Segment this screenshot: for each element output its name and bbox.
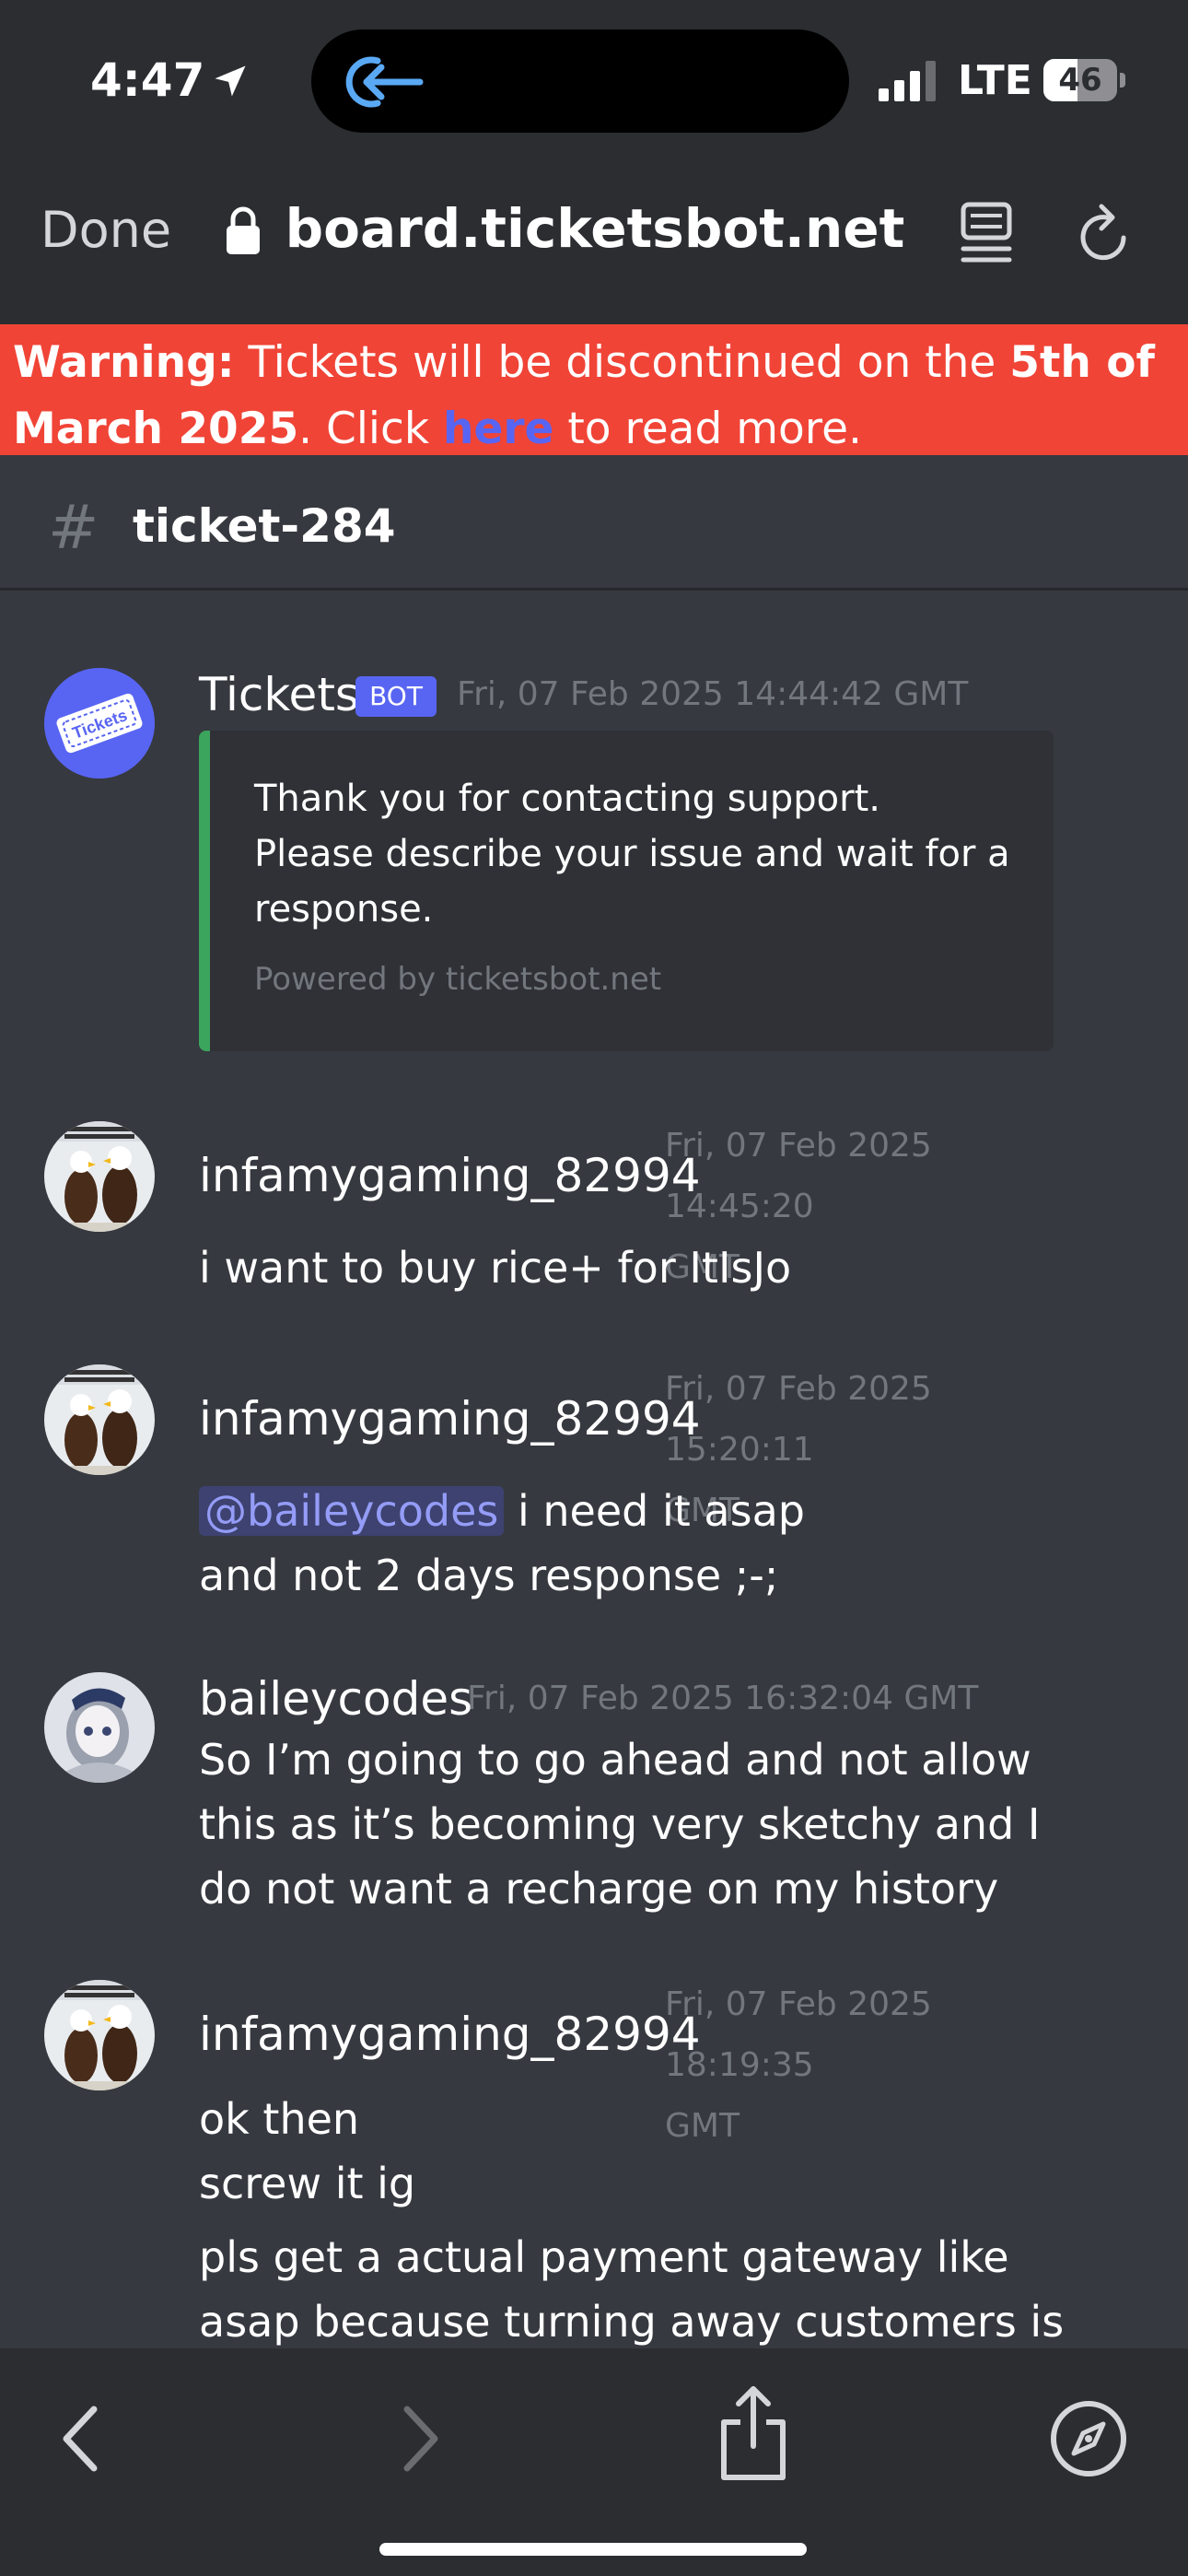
- message-text: asap because turning away customers is: [199, 2297, 1065, 2347]
- message-content: So I’m going to go ahead and not allow t…: [199, 1727, 1129, 1921]
- bot-badge: BOT: [355, 676, 437, 717]
- compass-icon[interactable]: [1048, 2398, 1129, 2479]
- avatar: [44, 1980, 155, 2090]
- browser-chrome: 4:47 LTE 46 Done board.ticketsbot.net: [0, 0, 1188, 324]
- message-timestamp: Fri, 07 Feb 2025 16:32:04 GMT: [467, 1680, 979, 1717]
- message-text: i need it asap: [504, 1486, 805, 1536]
- location-arrow-icon: [215, 65, 246, 97]
- message-text: So I’m going to go ahead and not allow: [199, 1735, 1031, 1785]
- eagles-avatar-image: [44, 1980, 155, 2090]
- status-bar: 4:47 LTE 46: [0, 0, 1188, 161]
- message-text: do not want a recharge on my history: [199, 1864, 999, 1914]
- embed-line: Thank you for contacting support.: [254, 778, 880, 820]
- channel-hash-icon: #: [48, 492, 99, 563]
- avatar: Tickets: [44, 668, 155, 779]
- user-mention[interactable]: @baileycodes: [199, 1486, 505, 1536]
- message-text: and not 2 days response ;-;: [199, 1551, 779, 1600]
- message-author[interactable]: infamygaming_82994: [199, 2008, 701, 2061]
- channel-name: ticket-284: [133, 499, 396, 553]
- message-text: screw it ig: [199, 2159, 416, 2208]
- message-author[interactable]: Tickets: [199, 668, 359, 721]
- cellular-signal-icon: [879, 61, 936, 101]
- avatar: [44, 1121, 155, 1232]
- status-time: 4:47: [90, 53, 205, 107]
- message-list[interactable]: Tickets Tickets BOT Fri, 07 Feb 2025 14:…: [0, 591, 1188, 2348]
- reader-mode-icon[interactable]: [958, 201, 1015, 265]
- channel-header: # ticket-284: [0, 455, 1188, 591]
- battery-indicator: 46: [1043, 59, 1126, 103]
- network-type: LTE: [958, 57, 1032, 104]
- message-content: @baileycodes i need it asap and not 2 da…: [199, 1479, 1129, 1608]
- lock-icon: [227, 206, 260, 254]
- ticket-logo-icon: Tickets: [44, 668, 155, 779]
- message-author[interactable]: baileycodes: [199, 1672, 472, 1726]
- timestamp-line: Fri, 07 Feb 2025 14:45:20: [665, 1127, 932, 1225]
- embed-footer: Powered by ticketsbot.net: [254, 961, 662, 998]
- message-author[interactable]: infamygaming_82994: [199, 1149, 701, 1202]
- embed-line: response.: [254, 888, 434, 931]
- embed-line: Please describe your issue and wait for …: [254, 833, 1010, 875]
- message-embed: Thank you for contacting support. Please…: [199, 731, 1054, 1051]
- embed-description: Thank you for contacting support. Please…: [254, 771, 1017, 937]
- message-author[interactable]: infamygaming_82994: [199, 1392, 701, 1446]
- eagles-avatar-image: [44, 1121, 155, 1232]
- done-button[interactable]: Done: [41, 201, 171, 259]
- message-text: ok then: [199, 2094, 360, 2144]
- avatar: [44, 1672, 155, 1783]
- timestamp-line: Fri, 07 Feb 2025 15:20:11: [665, 1370, 932, 1469]
- chevron-right-icon[interactable]: [398, 2402, 444, 2476]
- warning-text-3: to read more.: [553, 404, 862, 454]
- browser-toolbar: [0, 2348, 1188, 2576]
- battery-percentage: 46: [1058, 62, 1102, 99]
- url-bar[interactable]: board.ticketsbot.net: [274, 197, 910, 260]
- reload-icon[interactable]: [1076, 199, 1135, 265]
- eagles-avatar-image: [44, 1364, 155, 1475]
- warning-banner: Warning: Tickets will be discontinued on…: [0, 324, 1188, 455]
- message-timestamp: Fri, 07 Feb 2025 14:44:42 GMT: [457, 675, 969, 713]
- warning-text-2: . Click: [298, 404, 443, 454]
- avatar: [44, 1364, 155, 1475]
- warning-text-1: Tickets will be discontinued on the: [234, 337, 1010, 388]
- chevron-left-icon[interactable]: [57, 2402, 103, 2476]
- share-icon[interactable]: [716, 2382, 790, 2485]
- home-indicator: [379, 2543, 807, 2556]
- dynamic-island: [311, 29, 849, 133]
- message-text: pls get a actual payment gateway like: [199, 2232, 1009, 2282]
- warning-prefix: Warning:: [13, 337, 235, 388]
- timestamp-line: Fri, 07 Feb 2025 18:19:35: [665, 1985, 932, 2084]
- message-content: i want to buy rice+ for ItIsJo: [199, 1243, 792, 1293]
- message-content: ok then screw it ig pls get a actual pay…: [199, 2087, 1129, 2348]
- message-text: this as it’s becoming very sketchy and I: [199, 1799, 1041, 1849]
- arrow-back-circle-icon: [345, 56, 424, 108]
- warning-link[interactable]: here: [443, 404, 553, 454]
- anime-avatar-image: [44, 1672, 155, 1783]
